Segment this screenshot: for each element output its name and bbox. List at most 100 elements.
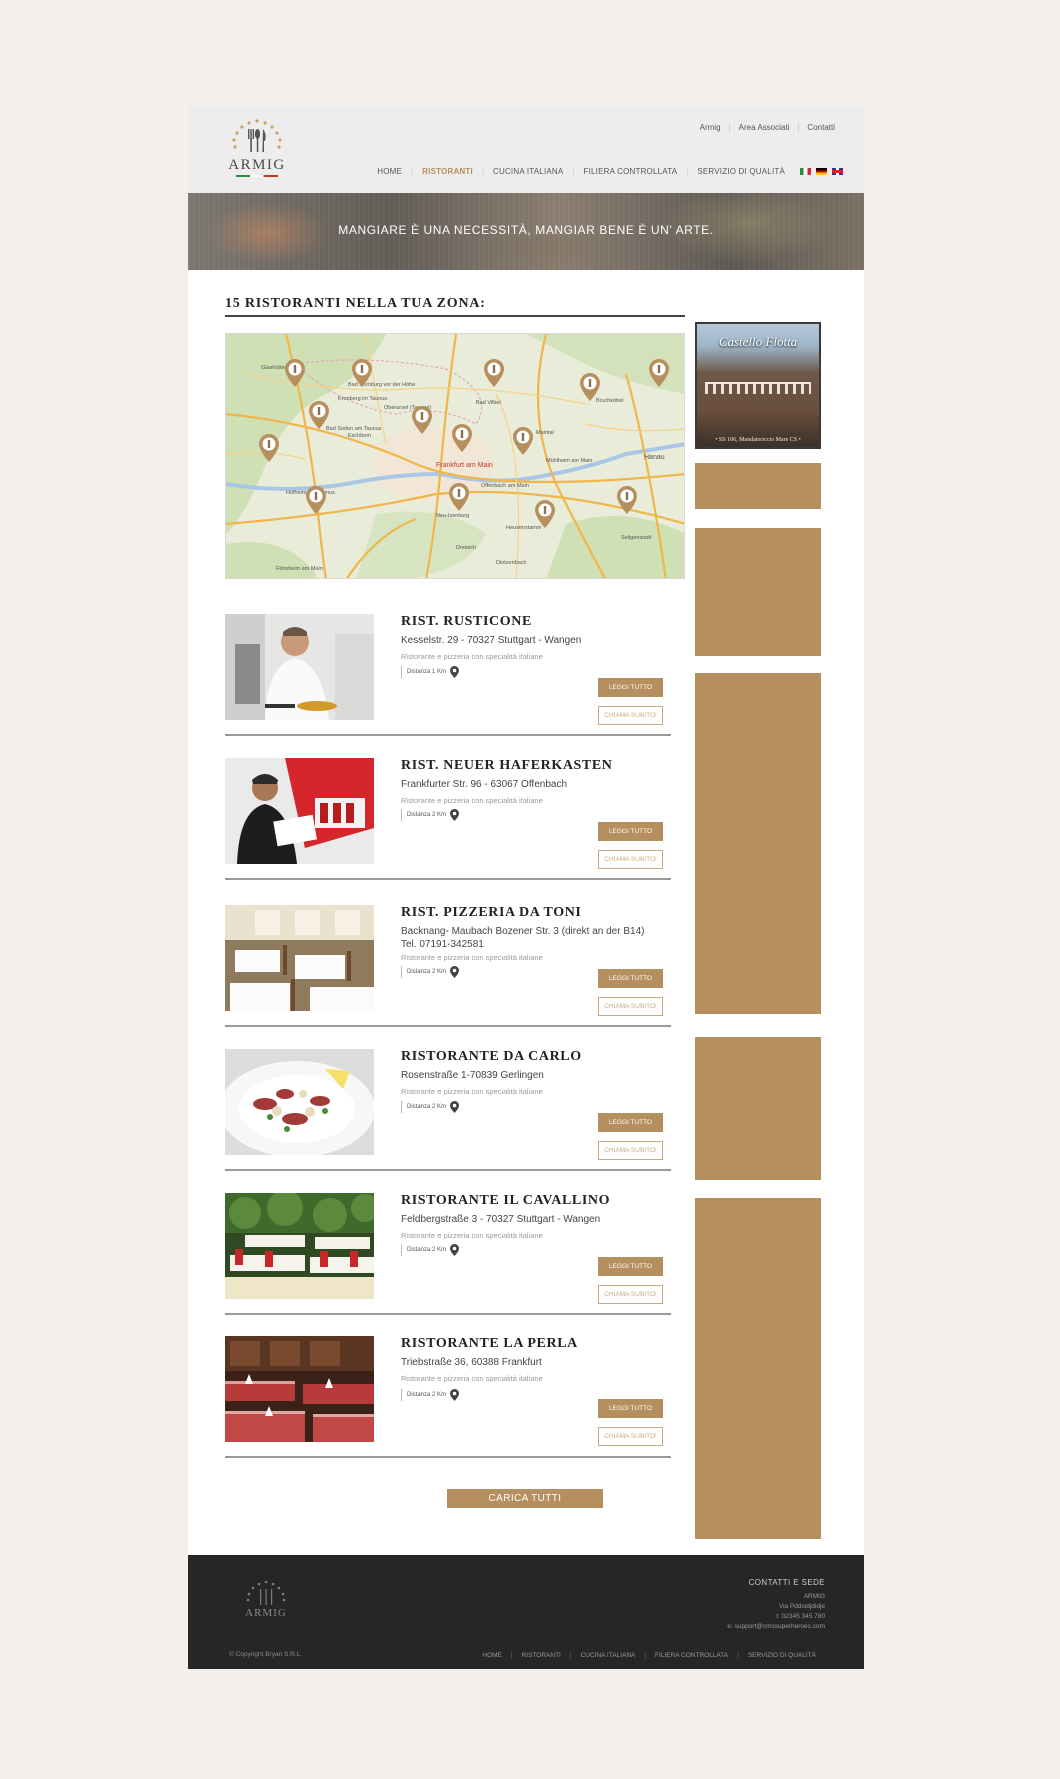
restaurant-address: Kesselstr. 29 - 70327 Stuttgart - Wangen: [401, 635, 582, 646]
restaurant-map[interactable]: Bad Homburg vor der Höhe Oberursel (Taun…: [225, 333, 685, 579]
flag-it-icon[interactable]: [800, 168, 811, 175]
restaurant-name[interactable]: RISTORANTE DA CARLO: [401, 1049, 582, 1065]
restaurant-name[interactable]: RISTORANTE LA PERLA: [401, 1336, 578, 1352]
contact-company: ARMIG: [803, 1593, 825, 1600]
call-now-button[interactable]: CHIAMA SUBITO!: [598, 706, 663, 725]
read-more-button[interactable]: LEGGI TUTTO: [598, 969, 663, 988]
sidebar-ad-slot[interactable]: [695, 673, 821, 1014]
nav-filiera-controllata[interactable]: FILIERA CONTROLLATA: [575, 167, 687, 176]
flag-de-icon[interactable]: [816, 168, 827, 175]
map-label: Maintal: [536, 430, 554, 436]
sidebar-ad-slot[interactable]: [695, 528, 821, 656]
card-divider: [225, 878, 671, 880]
restaurant-photo[interactable]: [225, 1336, 374, 1442]
map-label-city: Frankfurt am Main: [436, 462, 493, 469]
restaurant-photo[interactable]: [225, 905, 374, 1011]
sidebar-ad-slot[interactable]: [695, 1198, 821, 1539]
call-now-button[interactable]: CHIAMA SUBITO!: [598, 1427, 663, 1446]
logo-emblem-icon: [232, 119, 282, 152]
logo-text: ARMIG: [228, 157, 286, 173]
footer-logo-text: ARMIG: [245, 1607, 287, 1619]
contact-title: CONTATTI E SEDE: [748, 1578, 825, 1587]
logo[interactable]: ARMIG: [222, 117, 292, 185]
restaurant-card: RIST. RUSTICONE Kesselstr. 29 - 70327 St…: [225, 614, 671, 736]
footer-nav: HOME | RISTORANTI | CUCINA ITALIANA | FI…: [473, 1652, 825, 1659]
call-now-button[interactable]: CHIAMA SUBITO!: [598, 1141, 663, 1160]
card-divider: [225, 1456, 671, 1458]
card-divider: [225, 1313, 671, 1315]
restaurant-address: Frankfurter Str. 96 - 63067 Offenbach: [401, 779, 568, 790]
footer-logo[interactable]: ARMIG: [238, 1579, 294, 1627]
footer-nav-filiera-controllata[interactable]: FILIERA CONTROLLATA: [646, 1652, 737, 1659]
restaurant-address: Rosenstraße 1-70839 Gerlingen: [401, 1070, 544, 1081]
distance-text: Distanza 2 Km: [407, 1392, 447, 1398]
map-label: Dreieich: [456, 545, 476, 551]
map-label: Eschborn: [348, 433, 371, 439]
restaurant-photo[interactable]: [225, 1049, 374, 1155]
call-now-button[interactable]: CHIAMA SUBITO!: [598, 997, 663, 1016]
location-pin-icon: [450, 966, 460, 978]
restaurant-address: Backnang- Maubach Bozener Str. 3 (direkt…: [401, 925, 671, 951]
map-label: Kronberg im Taunus: [338, 396, 387, 402]
top-link-armig[interactable]: Armig: [692, 123, 729, 132]
footer-nav-cucina-italiana[interactable]: CUCINA ITALIANA: [572, 1652, 645, 1659]
read-more-button[interactable]: LEGGI TUTTO: [598, 822, 663, 841]
map-label: Bad Soden am Taunus: [326, 426, 382, 432]
read-more-button[interactable]: LEGGI TUTTO: [598, 1113, 663, 1132]
restaurant-address: Feldbergstraße 3 - 70327 Stuttgart - Wan…: [401, 1214, 601, 1225]
site-container: ARMIG Armig | Area Associati | Contatti …: [188, 107, 864, 1669]
flag-uk-icon[interactable]: [832, 168, 843, 175]
contact-phone[interactable]: t: 02345 345 780: [727, 1612, 825, 1622]
sidebar-ad-slot[interactable]: [695, 1037, 821, 1180]
sidebar-ad-castello-flotta[interactable]: Castello Flotta • SS 106, Mandatoriccio …: [695, 322, 821, 449]
restaurant-card: RIST. NEUER HAFERKASTEN Frankfurter Str.…: [225, 758, 671, 880]
map-label: Dietzenbach: [496, 560, 527, 566]
distance-text: Distanza 1 Km: [407, 669, 447, 675]
restaurant-photo[interactable]: [225, 614, 374, 720]
contact-email[interactable]: e: support@cmssuperheroes.com: [727, 1622, 825, 1632]
restaurant-photo[interactable]: [225, 758, 374, 864]
read-more-button[interactable]: LEGGI TUTTO: [598, 1399, 663, 1418]
ad-caption: • SS 106, Mandatoriccio Mare CS •: [715, 437, 801, 443]
nav-ristoranti[interactable]: RISTORANTI: [413, 167, 482, 176]
map-label: Bruchköbel: [596, 398, 624, 404]
distance-text: Distanza 2 Km: [407, 1247, 447, 1253]
card-divider: [225, 1169, 671, 1171]
nav-cucina-italiana[interactable]: CUCINA ITALIANA: [484, 167, 572, 176]
restaurant-description: Ristorante e pizzeria con specialità ita…: [401, 652, 543, 661]
restaurant-photo[interactable]: [225, 1193, 374, 1299]
restaurant-name[interactable]: RISTORANTE IL CAVALLINO: [401, 1193, 610, 1209]
footer-logo-emblem-icon: [246, 1580, 286, 1605]
call-now-button[interactable]: CHIAMA SUBITO!: [598, 850, 663, 869]
restaurant-card: RISTORANTE DA CARLO Rosenstraße 1-70839 …: [225, 1049, 671, 1171]
footer: ARMIG CONTATTI E SEDE ARMIG Via Pddsidjd…: [188, 1555, 864, 1669]
read-more-button[interactable]: LEGGI TUTTO: [598, 678, 663, 697]
restaurant-name[interactable]: RIST. RUSTICONE: [401, 614, 532, 630]
location-pin-icon: [450, 1389, 460, 1401]
sidebar-ad-slot[interactable]: [695, 463, 821, 509]
restaurant-distance: Distanza 2 Km: [401, 966, 460, 978]
restaurant-name[interactable]: RIST. NEUER HAFERKASTEN: [401, 758, 613, 774]
read-more-button[interactable]: LEGGI TUTTO: [598, 1257, 663, 1276]
call-now-button[interactable]: CHIAMA SUBITO!: [598, 1285, 663, 1304]
footer-nav-ristoranti[interactable]: RISTORANTI: [513, 1652, 570, 1659]
location-pin-icon: [450, 809, 460, 821]
restaurant-distance: Distanza 2 Km: [401, 809, 460, 821]
map-label: Seligenstadt: [621, 535, 652, 541]
restaurant-name[interactable]: RIST. PIZZERIA DA TONI: [401, 905, 581, 921]
logo-italian-stripe: [236, 175, 278, 177]
nav-home[interactable]: HOME: [368, 167, 411, 176]
footer-nav-servizio-di-qualita[interactable]: SERVIZIO DI QUALITÀ: [739, 1652, 825, 1659]
load-all-button[interactable]: CARICA TUTTI: [447, 1489, 603, 1508]
restaurant-card: RIST. PIZZERIA DA TONI Backnang- Maubach…: [225, 905, 671, 1027]
nav-servizio-di-qualita[interactable]: SERVIZIO DI QUALITÀ: [688, 167, 794, 176]
top-link-contatti[interactable]: Contatti: [799, 123, 843, 132]
map-label: Offenbach am Main: [481, 483, 529, 489]
footer-nav-home[interactable]: HOME: [473, 1652, 511, 1659]
location-pin-icon: [450, 1244, 460, 1256]
map-canvas[interactable]: Bad Homburg vor der Höhe Oberursel (Taun…: [226, 334, 685, 579]
map-label: Mühlheim am Main: [546, 458, 592, 464]
location-pin-icon: [450, 1101, 460, 1113]
ad-balustrade: [705, 382, 811, 394]
top-link-area-associati[interactable]: Area Associati: [731, 123, 798, 132]
